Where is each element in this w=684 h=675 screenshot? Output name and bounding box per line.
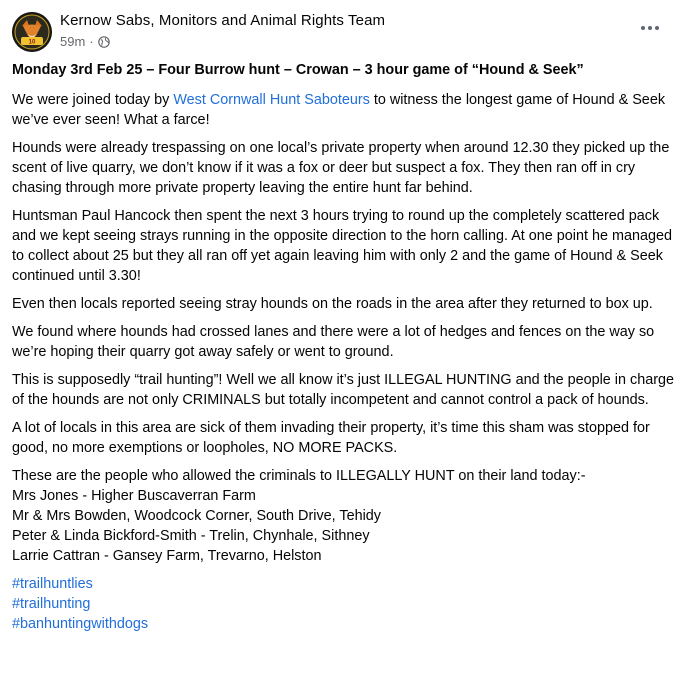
globe-icon[interactable] [97, 35, 110, 48]
landowner-item: Larrie Cattran - Gansey Farm, Trevarno, … [12, 548, 322, 564]
more-options-icon[interactable] [638, 20, 662, 36]
hashtag-link[interactable]: #trailhuntlies [12, 574, 674, 594]
post-meta: 59m · [60, 34, 110, 49]
hashtag-list: #trailhuntlies #trailhunting #banhunting… [12, 574, 674, 634]
paragraph-trespassing: Hounds were already trespassing on one l… [12, 140, 670, 196]
fox-logo-icon: 10 [12, 12, 52, 52]
landowner-item: Mrs Jones - Higher Buscaverran Farm [12, 488, 256, 504]
paragraph-stray-hounds: Even then locals reported seeing stray h… [12, 296, 653, 312]
landowner-item: Peter & Linda Bickford-Smith - Trelin, C… [12, 528, 370, 544]
paragraph-crossed-lanes: We found where hounds had crossed lanes … [12, 324, 655, 360]
paragraph-locals: A lot of locals in this area are sick of… [12, 420, 650, 456]
mention-link-west-cornwall-hunt-saboteurs[interactable]: West Cornwall Hunt Saboteurs [173, 92, 370, 108]
post-time[interactable]: 59m [60, 34, 85, 49]
more-dot [641, 26, 645, 30]
paragraph-joined: We were joined today by West Cornwall Hu… [12, 90, 674, 130]
page-avatar[interactable]: 10 [12, 12, 52, 52]
meta-separator: · [89, 34, 94, 49]
more-dot [655, 26, 659, 30]
landowners-intro: These are the people who allowed the cri… [12, 468, 586, 484]
paragraph-huntsman: Huntsman Paul Hancock then spent the nex… [12, 208, 673, 284]
more-dot [648, 26, 652, 30]
post-title: Monday 3rd Feb 25 – Four Burrow hunt – C… [12, 62, 584, 78]
paragraph-landowners: These are the people who allowed the cri… [12, 466, 674, 566]
hashtag-link[interactable]: #trailhunting [12, 594, 674, 614]
paragraph-trail-hunting: This is supposedly “trail hunting”! Well… [12, 372, 675, 408]
hashtag-link[interactable]: #banhuntingwithdogs [12, 614, 674, 634]
page-name[interactable]: Kernow Sabs, Monitors and Animal Rights … [60, 12, 385, 29]
landowner-item: Mr & Mrs Bowden, Woodcock Corner, South … [12, 508, 381, 524]
facebook-post: 10 Kernow Sabs, Monitors and Animal Righ… [0, 0, 684, 675]
svg-text:10: 10 [29, 40, 36, 46]
post-body: Monday 3rd Feb 25 – Four Burrow hunt – C… [12, 60, 674, 642]
paragraph-joined-start: We were joined today by [12, 92, 174, 108]
